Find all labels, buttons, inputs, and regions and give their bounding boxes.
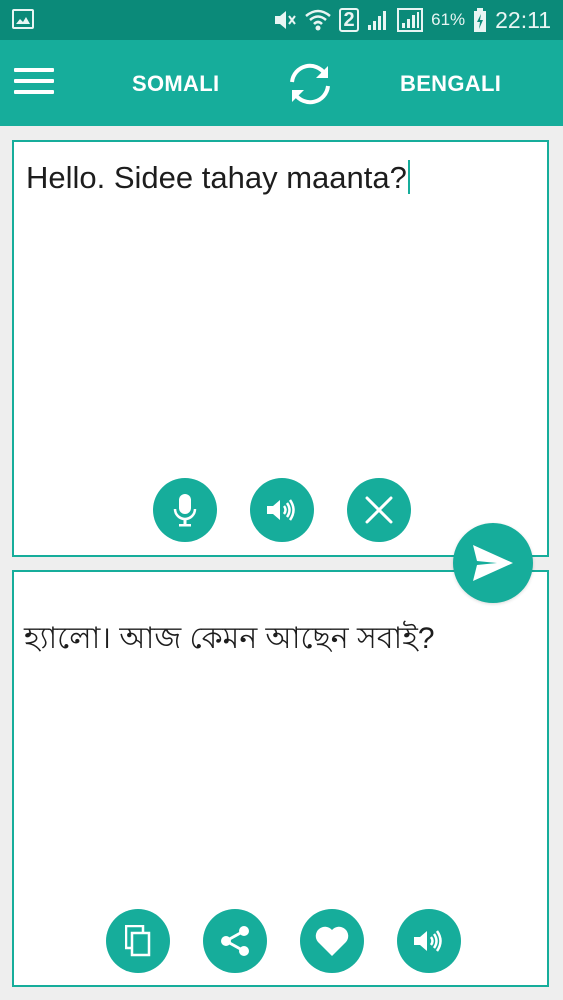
speak-translation-button[interactable] [397,909,461,973]
source-text-input[interactable]: Hello. Sidee tahay maanta? [26,160,410,196]
menu-icon[interactable] [14,68,54,98]
clear-button[interactable] [347,478,411,542]
mute-icon [275,11,296,29]
source-text-value: Hello. Sidee tahay maanta? [26,160,407,195]
copy-button[interactable] [106,909,170,973]
microphone-button[interactable] [153,478,217,542]
close-icon [365,496,393,524]
wifi-icon [305,9,331,31]
copy-icon [125,925,151,957]
clock: 22:11 [495,6,551,33]
speaker-icon [414,930,442,952]
target-language-button[interactable]: BENGALI [400,71,501,97]
sim-slot-indicator: 2 [339,8,360,32]
speak-source-button[interactable] [250,478,314,542]
battery-percent: 61% [431,10,466,29]
translated-text: হ্যালো। আজ কেমন আছেন সবাই? [24,622,435,655]
gallery-notification-icon [12,9,34,29]
translate-send-button[interactable] [453,523,533,603]
favorite-button[interactable] [300,909,364,973]
translation-panel: হ্যালো। আজ কেমন আছেন সবাই? [12,570,549,987]
microphone-icon [173,494,197,527]
status-icons: 2 61% 22:11 [273,0,551,40]
share-icon [221,926,249,956]
speaker-icon [267,499,295,521]
signal-icon [368,11,387,30]
app-bar: SOMALI BENGALI [0,40,563,126]
source-language-button[interactable]: SOMALI [132,71,219,97]
share-button[interactable] [203,909,267,973]
text-cursor [407,160,410,194]
send-icon [473,545,513,581]
source-text-panel[interactable]: Hello. Sidee tahay maanta? [12,140,549,557]
heart-icon [315,926,349,956]
battery-charging-icon [474,8,487,32]
status-bar: 2 61% 22:11 [0,0,563,40]
swap-icon[interactable] [284,58,336,110]
signal-2-icon [397,8,424,32]
